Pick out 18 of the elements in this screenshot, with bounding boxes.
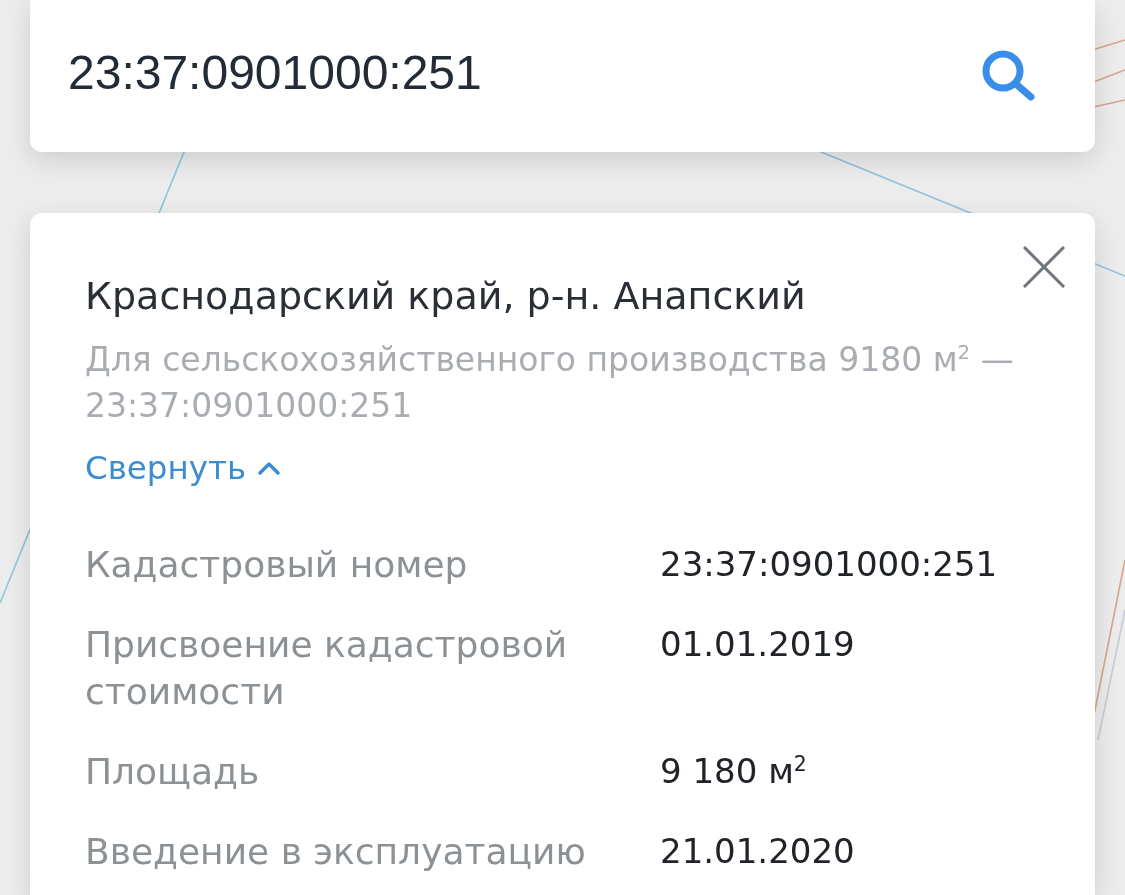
- collapse-link[interactable]: Свернуть: [85, 445, 281, 491]
- detail-value: 9 180 м$^{2}$: [660, 750, 808, 793]
- detail-value: 21.01.2020: [660, 830, 856, 873]
- close-button[interactable]: [1022, 246, 1066, 288]
- detail-value: 01.01.2019: [660, 623, 856, 666]
- search-button[interactable]: [980, 49, 1037, 101]
- search-field[interactable]: 23:37:0901000:251: [68, 44, 980, 100]
- detail-label: Кадастровый номер: [85, 543, 469, 587]
- parcel-title: Краснодарский край, р-н. Анапский: [85, 273, 807, 319]
- detail-label: Площадь: [85, 750, 261, 794]
- caret-icon: [258, 460, 281, 476]
- search-icon: [980, 49, 1037, 101]
- detail-label: Введение в эксплуатацию: [85, 830, 587, 874]
- detail-value: 23:37:0901000:251: [660, 543, 999, 586]
- parcel-subtitle: Для сельскохозяйственного производства 9180 м$^{2}$ — 23:37:0901000:251: [85, 339, 1015, 427]
- detail-label: Присвоение кадастровой стоимости: [85, 623, 569, 714]
- search-bar[interactable]: 23:37:0901000:251: [30, 0, 1095, 152]
- close-icon: [1022, 246, 1066, 288]
